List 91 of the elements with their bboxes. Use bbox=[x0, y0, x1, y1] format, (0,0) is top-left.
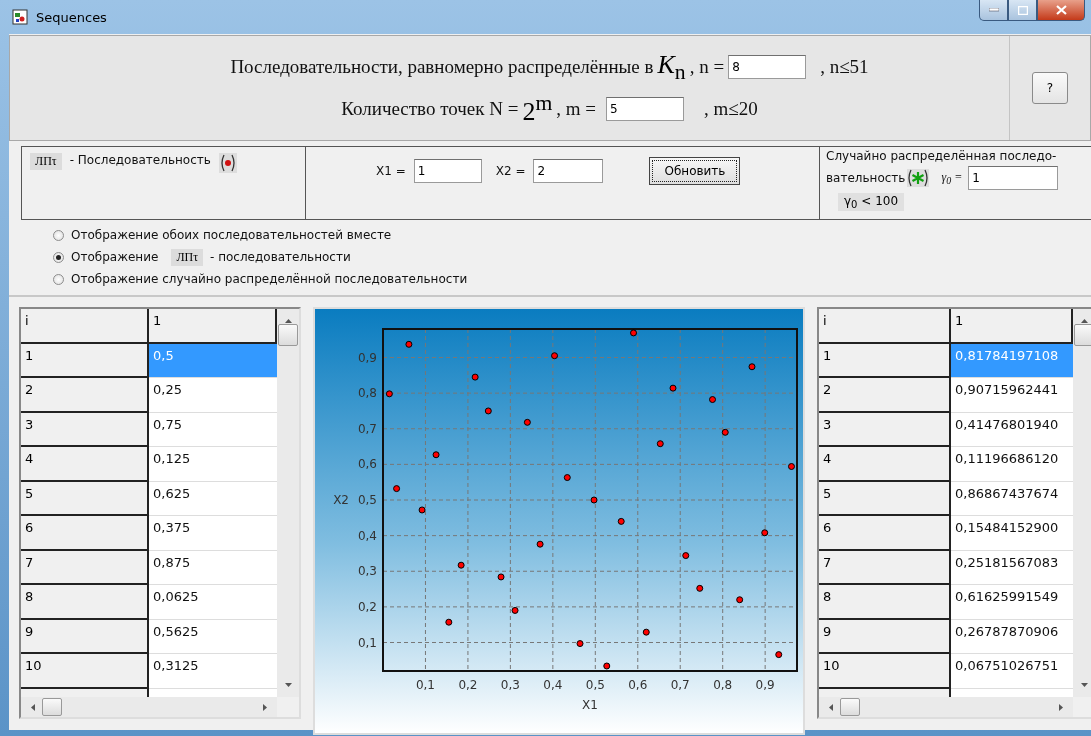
x-axis-label: X1 bbox=[582, 698, 598, 712]
radio-label[interactable]: Отображение обоих последовательностей вместе bbox=[71, 228, 392, 242]
y-tick-label: 0,3 bbox=[357, 564, 377, 579]
row-header: 1 bbox=[819, 343, 951, 378]
gamma-label: γ$_{0}$ = bbox=[941, 169, 963, 187]
row-header: 6 bbox=[21, 516, 149, 551]
column-header: i bbox=[819, 309, 951, 344]
y-tick-label: 0,4 bbox=[357, 528, 377, 543]
radio-label[interactable]: Отображение случайно распределённой последовательности bbox=[71, 272, 468, 286]
column-header: i bbox=[21, 309, 149, 344]
row-header: 10 bbox=[21, 654, 149, 689]
x1-field[interactable]: 1 bbox=[413, 159, 482, 183]
table-cell[interactable]: 0,5625 bbox=[149, 619, 277, 654]
row-header: 1 bbox=[21, 343, 149, 378]
row-header: 4 bbox=[819, 447, 951, 482]
x-tick-label: 0,3 bbox=[500, 678, 520, 692]
table-cell[interactable]: 0,25181567083 bbox=[951, 550, 1073, 585]
row-header: 5 bbox=[21, 481, 149, 516]
table-cell[interactable]: 0,15484152900 bbox=[951, 516, 1073, 551]
table-cell[interactable]: 0,90715962441 bbox=[951, 378, 1073, 413]
row-header: 3 bbox=[21, 412, 149, 447]
x-tick-label: 0,6 bbox=[628, 678, 648, 692]
row-header: 7 bbox=[819, 550, 951, 585]
table-cell[interactable]: 0,375 bbox=[149, 516, 277, 551]
x-tick-label: 0,5 bbox=[585, 678, 605, 692]
x-tick-label: 0,8 bbox=[713, 678, 733, 692]
row-header: 3 bbox=[819, 412, 951, 447]
x1-label: X1 = bbox=[376, 164, 406, 178]
row-header: 9 bbox=[21, 619, 149, 654]
table-cell[interactable]: 0,875 bbox=[149, 550, 277, 585]
x-tick-label: 0,2 bbox=[458, 678, 478, 692]
y-axis-label: X2 bbox=[333, 493, 349, 507]
x-tick-label: 0,1 bbox=[415, 678, 435, 692]
x2-label: X2 = bbox=[495, 164, 526, 178]
window-title: Sequences bbox=[36, 9, 108, 25]
sequence-badge: ЛПτ bbox=[30, 153, 62, 170]
row-header: 8 bbox=[819, 585, 951, 620]
y-tick-label: 0,6 bbox=[357, 457, 377, 472]
random-sequence-label: Случайно распределённая последо- bbox=[826, 149, 1058, 163]
row-header: 10 bbox=[819, 654, 951, 689]
update-button[interactable]: Обновить bbox=[649, 157, 741, 185]
table-cell[interactable]: 0,25 bbox=[149, 378, 277, 413]
formula: 2$^{m}$ bbox=[522, 90, 553, 127]
formula: K$_{n}$ bbox=[657, 49, 686, 85]
field-label: , n = bbox=[689, 56, 725, 79]
column-header: 1 bbox=[951, 309, 1073, 344]
x2-field[interactable]: 2 bbox=[533, 159, 604, 183]
row-header: 9 bbox=[819, 619, 951, 654]
header-text: Количество точек N = bbox=[341, 97, 519, 120]
number-field[interactable]: 8 bbox=[728, 55, 807, 80]
radio-label[interactable]: - последовательности bbox=[210, 250, 351, 264]
table-cell[interactable]: 0,0625 bbox=[149, 585, 277, 620]
column-header: 1 bbox=[149, 309, 277, 344]
y-tick-label: 0,5 bbox=[357, 493, 377, 507]
row-header: 4 bbox=[21, 447, 149, 482]
table-cell[interactable]: 0,125 bbox=[149, 447, 277, 482]
y-tick-label: 0,9 bbox=[357, 350, 377, 365]
y-tick-label: 0,1 bbox=[357, 635, 377, 650]
header-text: Последовательности, равномерно распределённые в bbox=[230, 56, 654, 79]
y-tick-label: 0,8 bbox=[357, 386, 377, 401]
radio-label[interactable]: Отображение bbox=[71, 250, 159, 264]
y-tick-label: 0,7 bbox=[357, 421, 377, 436]
limit-text: , n≤51 bbox=[820, 56, 869, 79]
table-cell[interactable]: 0,11196686120 bbox=[951, 447, 1073, 482]
table-cell[interactable]: 0,61625991549 bbox=[951, 585, 1073, 620]
table-cell[interactable]: 0,06751026751 bbox=[951, 654, 1073, 689]
x-tick-label: 0,9 bbox=[755, 678, 775, 692]
table-cell[interactable]: 0,3125 bbox=[149, 654, 277, 689]
x-tick-label: 0,7 bbox=[670, 678, 690, 692]
row-header: 2 bbox=[21, 378, 149, 413]
x-tick-label: 0,4 bbox=[543, 678, 563, 692]
table-cell[interactable]: 0,75 bbox=[149, 412, 277, 447]
row-header: 8 bbox=[21, 585, 149, 620]
gamma-limit: γ$_{0}$ < 100 bbox=[838, 193, 905, 212]
table-cell[interactable]: 0,86867437674 bbox=[951, 481, 1073, 516]
table-cell[interactable]: 0,625 bbox=[149, 481, 277, 516]
row-header: 2 bbox=[819, 378, 951, 413]
limit-text: , m≤20 bbox=[704, 97, 758, 120]
gamma-field[interactable]: 1 bbox=[968, 166, 1059, 190]
y-tick-label: 0,2 bbox=[357, 599, 377, 614]
row-header: 7 bbox=[21, 550, 149, 585]
table-cell[interactable]: 0,41476801940 bbox=[951, 412, 1073, 447]
number-field[interactable]: 5 bbox=[606, 96, 684, 121]
field-label: , m = bbox=[556, 97, 596, 120]
row-header: 6 bbox=[819, 516, 951, 551]
sequence-badge: ЛПτ bbox=[171, 248, 203, 266]
sequence-label: - Последовательность bbox=[69, 153, 211, 167]
random-sequence-label: вательность bbox=[826, 171, 906, 185]
table-cell[interactable]: 0,26787870906 bbox=[951, 619, 1073, 654]
help-button[interactable]: ? bbox=[1032, 72, 1068, 104]
row-header: 5 bbox=[819, 481, 951, 516]
